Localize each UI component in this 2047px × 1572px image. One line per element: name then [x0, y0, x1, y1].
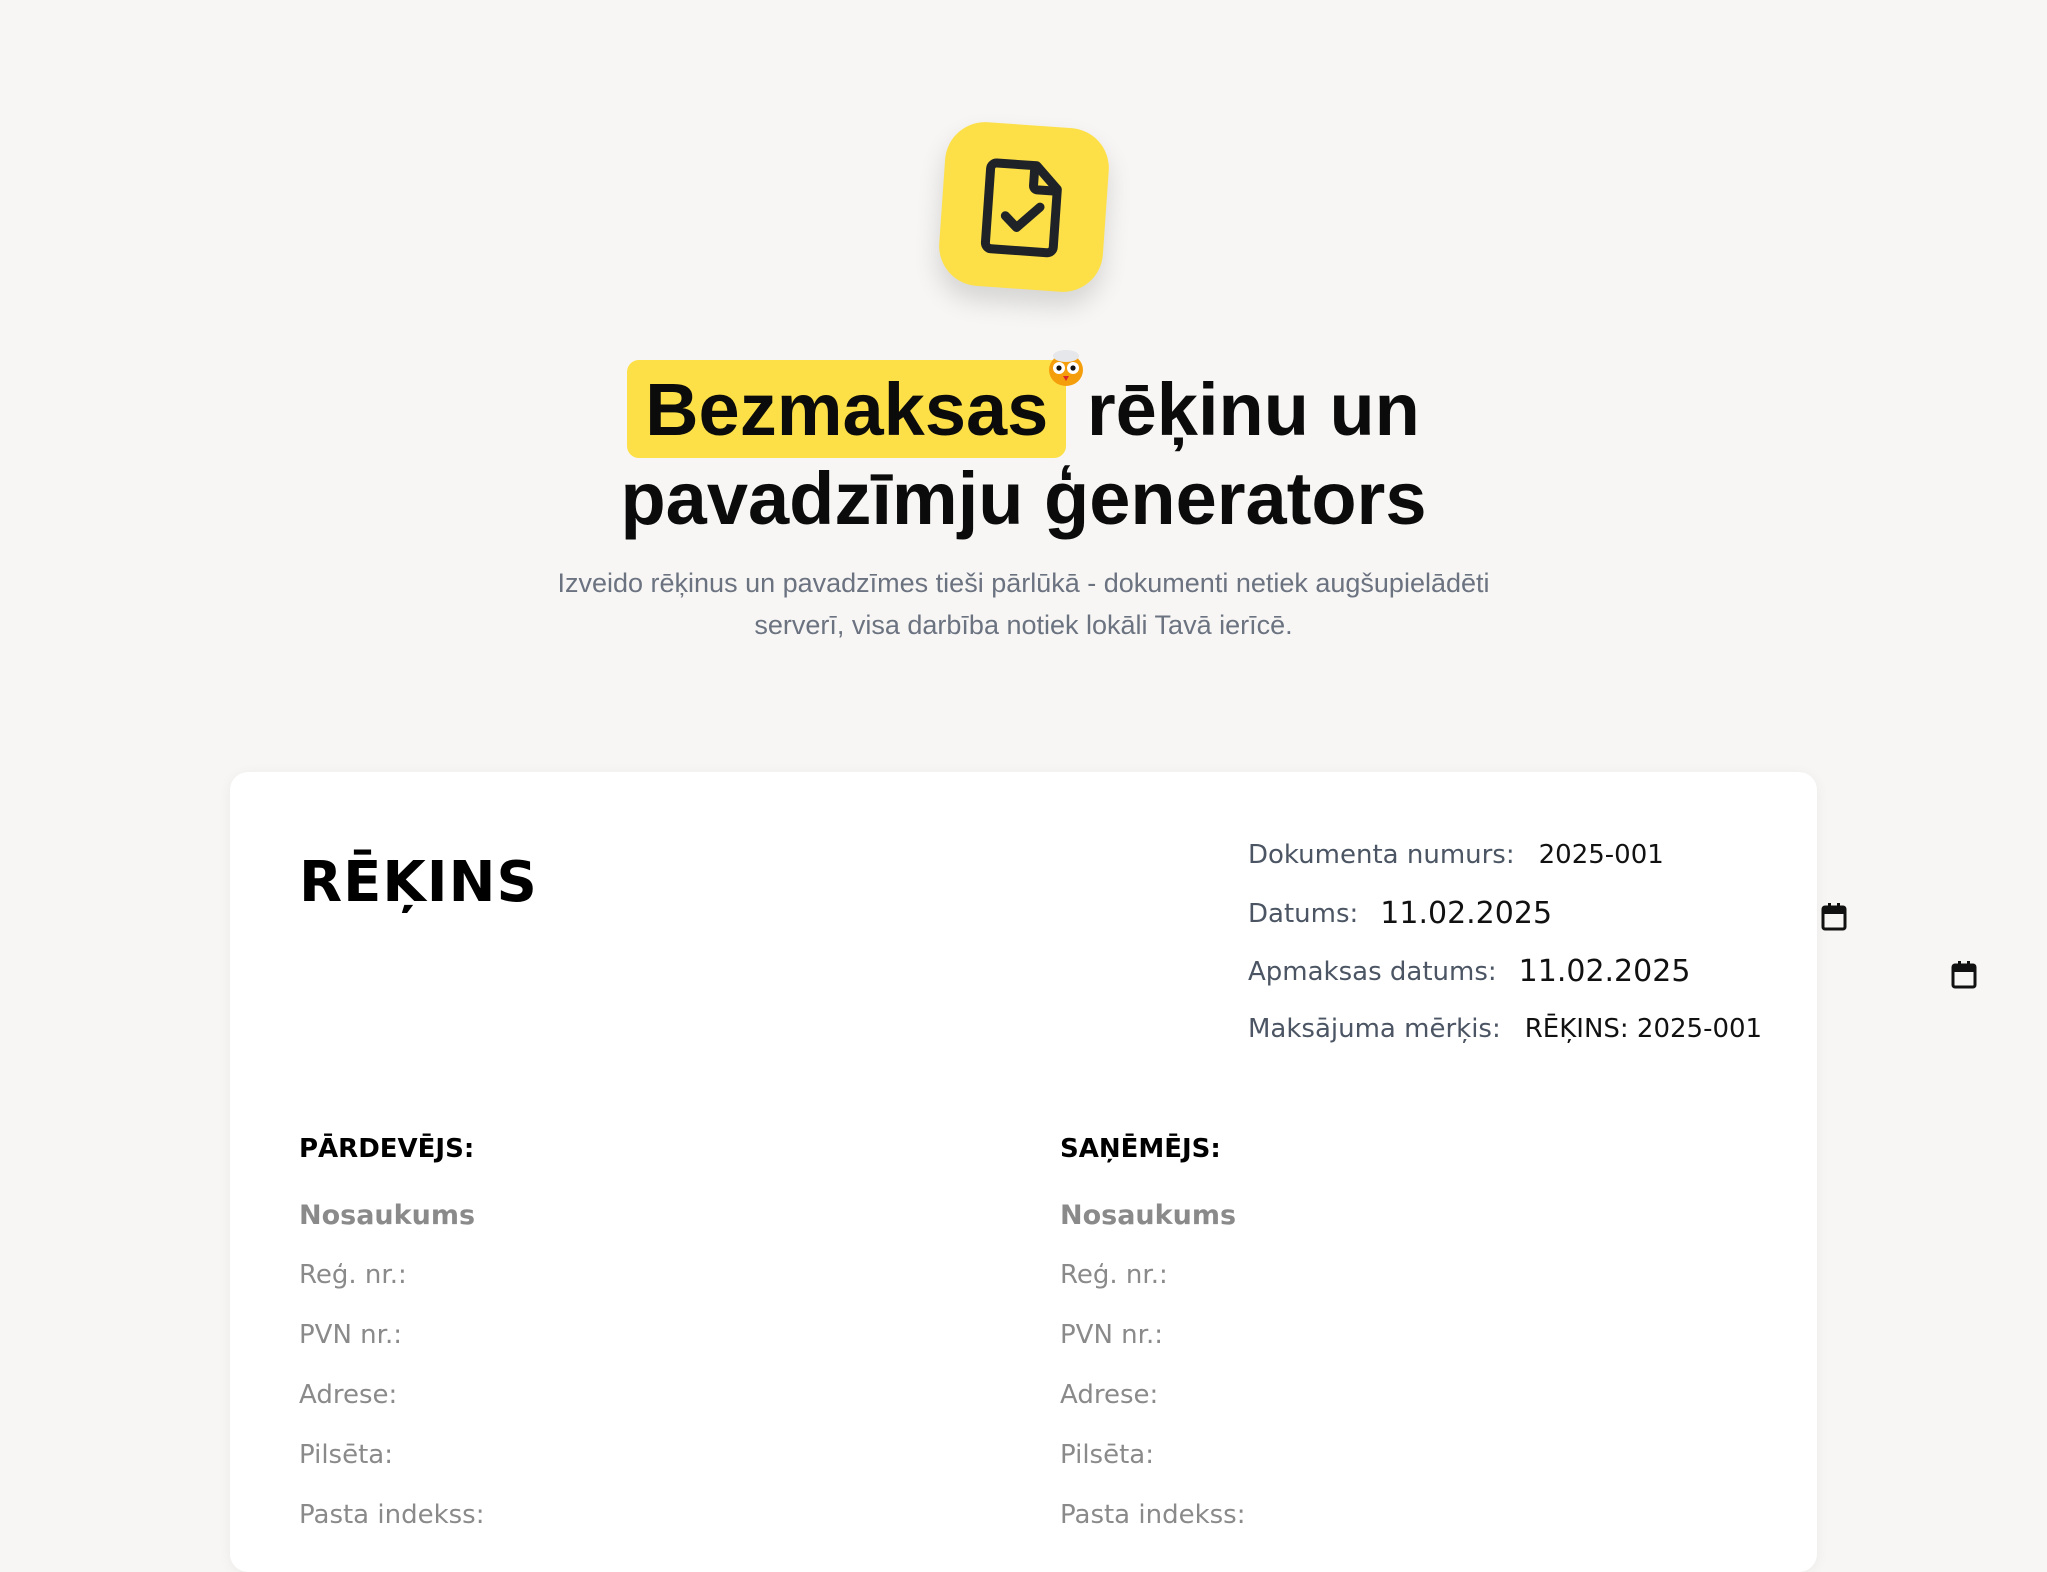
buyer-vat-field[interactable]: PVN nr.: [1060, 1320, 1660, 1380]
due-date-input[interactable]: 11.02.2025 [1519, 954, 1691, 989]
seller-city-field[interactable]: Pilsēta: [299, 1440, 899, 1500]
seller-postal-field[interactable]: Pasta indekss: [299, 1500, 899, 1560]
calendar-icon[interactable] [1820, 902, 1848, 932]
hero-section: Bezmaksas rēķinu un pavadzīmju ģenerator… [0, 0, 2047, 700]
seller-name-input[interactable]: Nosaukums [299, 1200, 899, 1260]
seller-heading: PĀRDEVĒJS: [299, 1134, 475, 1164]
seller-section: PĀRDEVĒJS: Nosaukums Reģ. nr.: PVN nr.: … [299, 1134, 899, 1560]
page-subtitle: Izveido rēķinus un pavadzīmes tieši pārl… [557, 568, 1490, 640]
seller-address-field[interactable]: Adrese: [299, 1380, 899, 1440]
date-row: Datums: 11.02.2025 [1248, 896, 1552, 931]
headline-line1-rest: rēķinu un [1086, 368, 1420, 451]
buyer-heading: SAŅĒMĒJS: [1060, 1134, 1221, 1164]
buyer-reg-field[interactable]: Reģ. nr.: [1060, 1260, 1660, 1320]
owl-icon [1049, 350, 1084, 386]
payment-purpose-label: Maksājuma mērķis: [1248, 1014, 1501, 1044]
seller-vat-field[interactable]: PVN nr.: [299, 1320, 899, 1380]
buyer-postal-field[interactable]: Pasta indekss: [1060, 1500, 1660, 1560]
invoice-card: RĒĶINS Dokumenta numurs: 2025-001 Datums… [230, 772, 1977, 1572]
document-number-input[interactable]: 2025-001 [1539, 840, 1664, 870]
document-check-icon [980, 158, 1062, 258]
headline-line2: pavadzīmju ģenerators [620, 457, 1427, 540]
due-date-row: Apmaksas datums: 11.02.2025 [1248, 954, 1690, 989]
due-date-label: Apmaksas datums: [1248, 956, 1497, 987]
buyer-address-field[interactable]: Adrese: [1060, 1380, 1660, 1440]
app-logo [936, 119, 1112, 295]
seller-reg-field[interactable]: Reģ. nr.: [299, 1260, 899, 1320]
buyer-section: SAŅĒMĒJS: Nosaukums Reģ. nr.: PVN nr.: A… [1060, 1134, 1660, 1560]
document-title: RĒĶINS [299, 850, 538, 915]
buyer-city-field[interactable]: Pilsēta: [1060, 1440, 1660, 1500]
calendar-icon[interactable] [1950, 960, 1978, 990]
date-label: Datums: [1248, 898, 1359, 929]
headline-highlight: Bezmaksas [627, 350, 1084, 458]
document-number-row: Dokumenta numurs: 2025-001 [1248, 840, 1664, 870]
buyer-name-input[interactable]: Nosaukums [1060, 1200, 1660, 1260]
date-input[interactable]: 11.02.2025 [1380, 896, 1552, 931]
payment-purpose-input[interactable]: RĒĶINS: 2025-001 [1525, 1014, 1762, 1044]
headline-highlight-text: Bezmaksas [645, 368, 1049, 451]
document-number-label: Dokumenta numurs: [1248, 840, 1515, 870]
page-title: Bezmaksas rēķinu un pavadzīmju ģenerator… [0, 350, 2047, 540]
payment-purpose-row: Maksājuma mērķis: RĒĶINS: 2025-001 [1248, 1014, 1762, 1044]
